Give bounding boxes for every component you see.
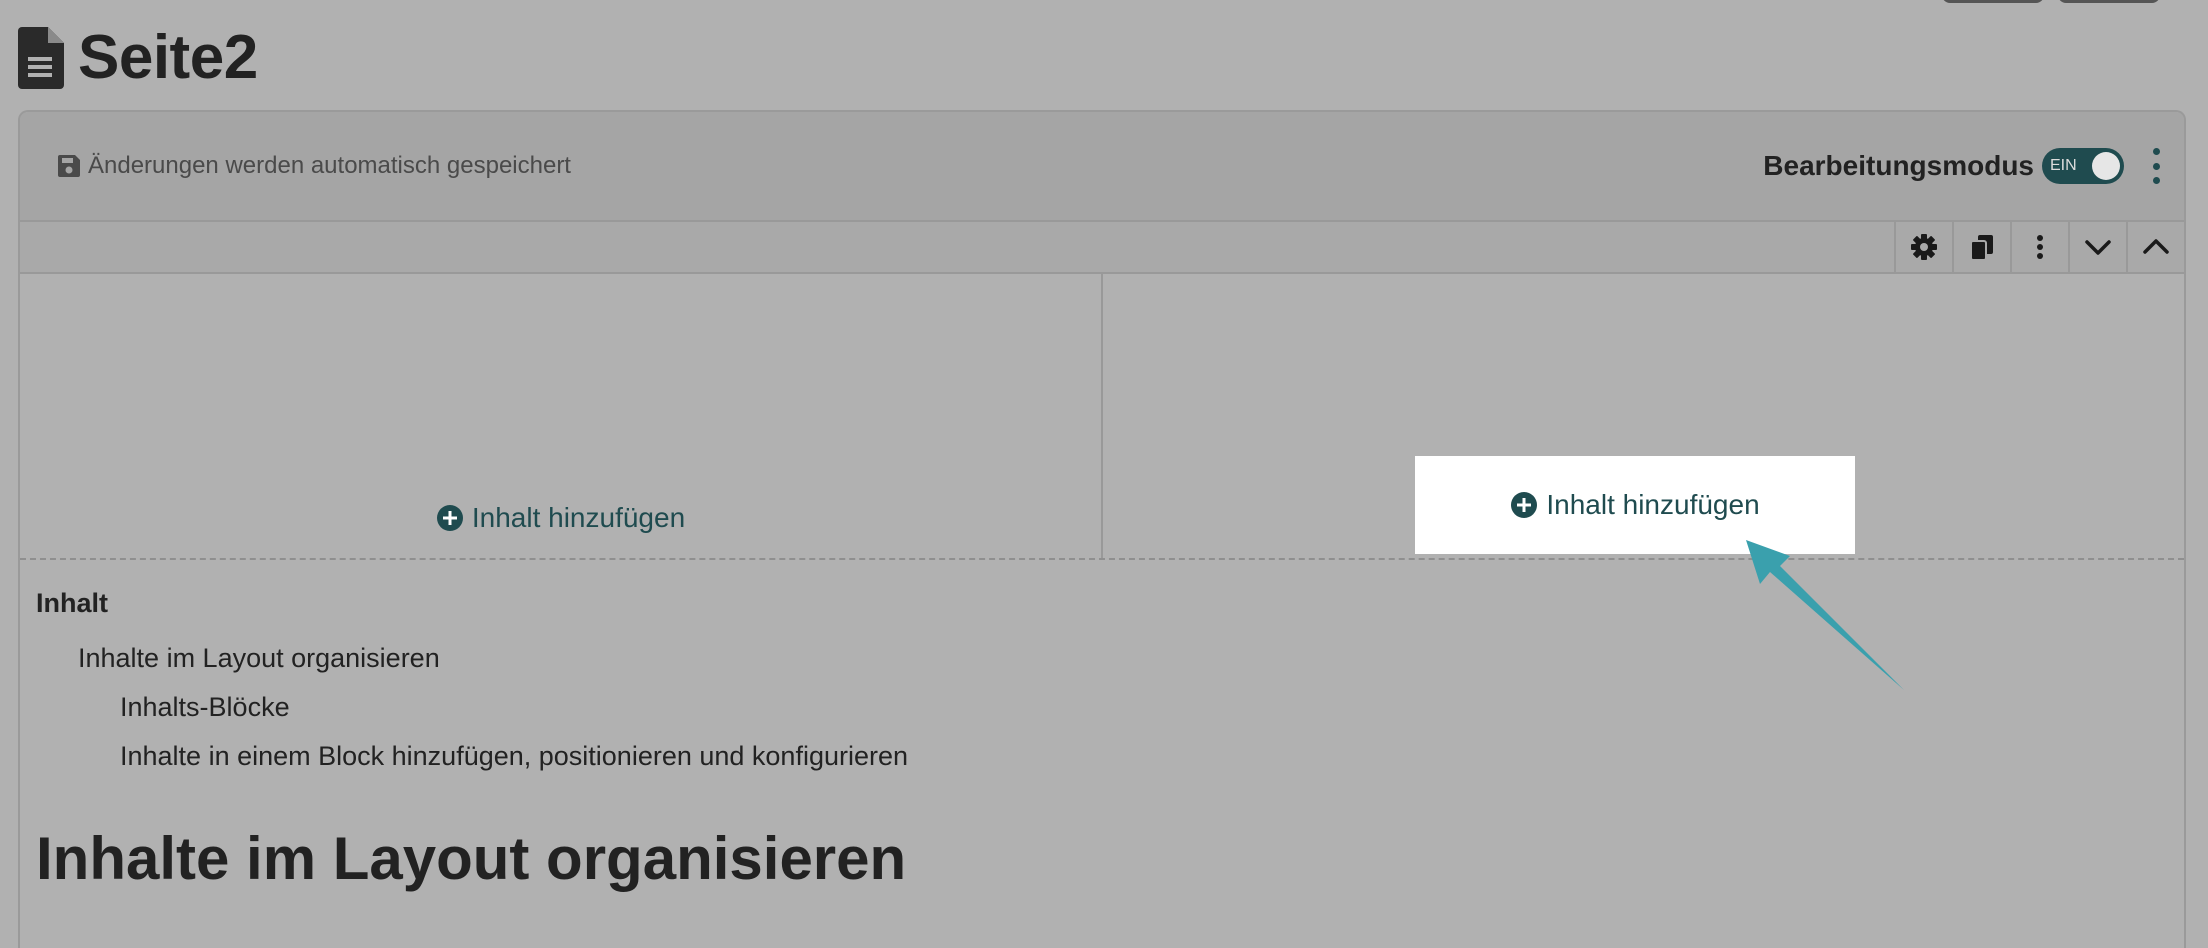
column-right: Inhalt hinzufügen <box>1103 274 2184 558</box>
block-more-button[interactable] <box>2010 222 2068 272</box>
add-content-left-button[interactable]: Inhalt hinzufügen <box>20 502 1101 534</box>
editor-panel: Änderungen werden automatisch gespeicher… <box>18 110 2186 948</box>
toc-heading: Inhalt <box>36 588 108 618</box>
more-vertical-icon[interactable] <box>2150 148 2162 184</box>
edit-mode: Bearbeitungsmodus EIN <box>1763 148 2162 184</box>
layout-columns: Inhalt hinzufügen Inhalt hinzufügen <box>20 274 2184 560</box>
page-title: Seite2 <box>78 23 258 92</box>
settings-button[interactable] <box>1894 222 1952 272</box>
toggle-state-text: EIN <box>2050 157 2077 174</box>
add-content-left-label: Inhalt hinzufügen <box>471 502 686 533</box>
top-right-buttons <box>1942 0 2160 3</box>
chevron-down-icon <box>2085 240 2111 255</box>
toc-item[interactable]: Inhalte in einem Block hinzufügen, posit… <box>36 741 2184 772</box>
toc-item[interactable]: Inhalte im Layout organisieren <box>36 643 2184 674</box>
toc-item[interactable]: Inhalts-Blöcke <box>36 692 2184 723</box>
more-vertical-icon <box>2037 235 2043 259</box>
autosave-text: Änderungen werden automatisch gespeicher… <box>88 152 571 179</box>
editor-header: Änderungen werden automatisch gespeicher… <box>20 112 2184 222</box>
column-left: Inhalt hinzufügen <box>20 274 1103 558</box>
plus-circle-icon <box>1511 492 1538 518</box>
copy-button[interactable] <box>1952 222 2010 272</box>
plus-circle-icon <box>436 505 463 531</box>
top-button-2[interactable] <box>2058 0 2160 3</box>
content-heading: Inhalte im Layout organisieren <box>36 825 907 892</box>
page: Seite2 Änderungen werden automatisch ges… <box>0 0 2208 948</box>
add-content-right-label: Inhalt hinzufügen <box>1546 489 1760 520</box>
chevron-up-icon <box>2143 239 2169 254</box>
document-icon <box>18 26 64 89</box>
copy-icon <box>1970 235 1993 261</box>
toggle-knob <box>2092 152 2120 180</box>
title-row: Seite2 <box>18 22 258 93</box>
block-toolbar <box>20 222 2184 274</box>
save-icon <box>58 155 80 177</box>
top-button-1[interactable] <box>1942 0 2044 3</box>
autosave-status: Änderungen werden automatisch gespeicher… <box>58 152 571 180</box>
table-of-contents: Inhalt Inhalte im Layout organisieren In… <box>20 560 2184 772</box>
gear-icon <box>1911 234 1937 260</box>
move-up-button[interactable] <box>2126 222 2184 272</box>
edit-mode-toggle[interactable]: EIN <box>2042 148 2124 184</box>
add-content-right-button[interactable]: Inhalt hinzufügen <box>1415 456 1855 554</box>
edit-mode-label: Bearbeitungsmodus <box>1763 150 2034 181</box>
move-down-button[interactable] <box>2068 222 2126 272</box>
